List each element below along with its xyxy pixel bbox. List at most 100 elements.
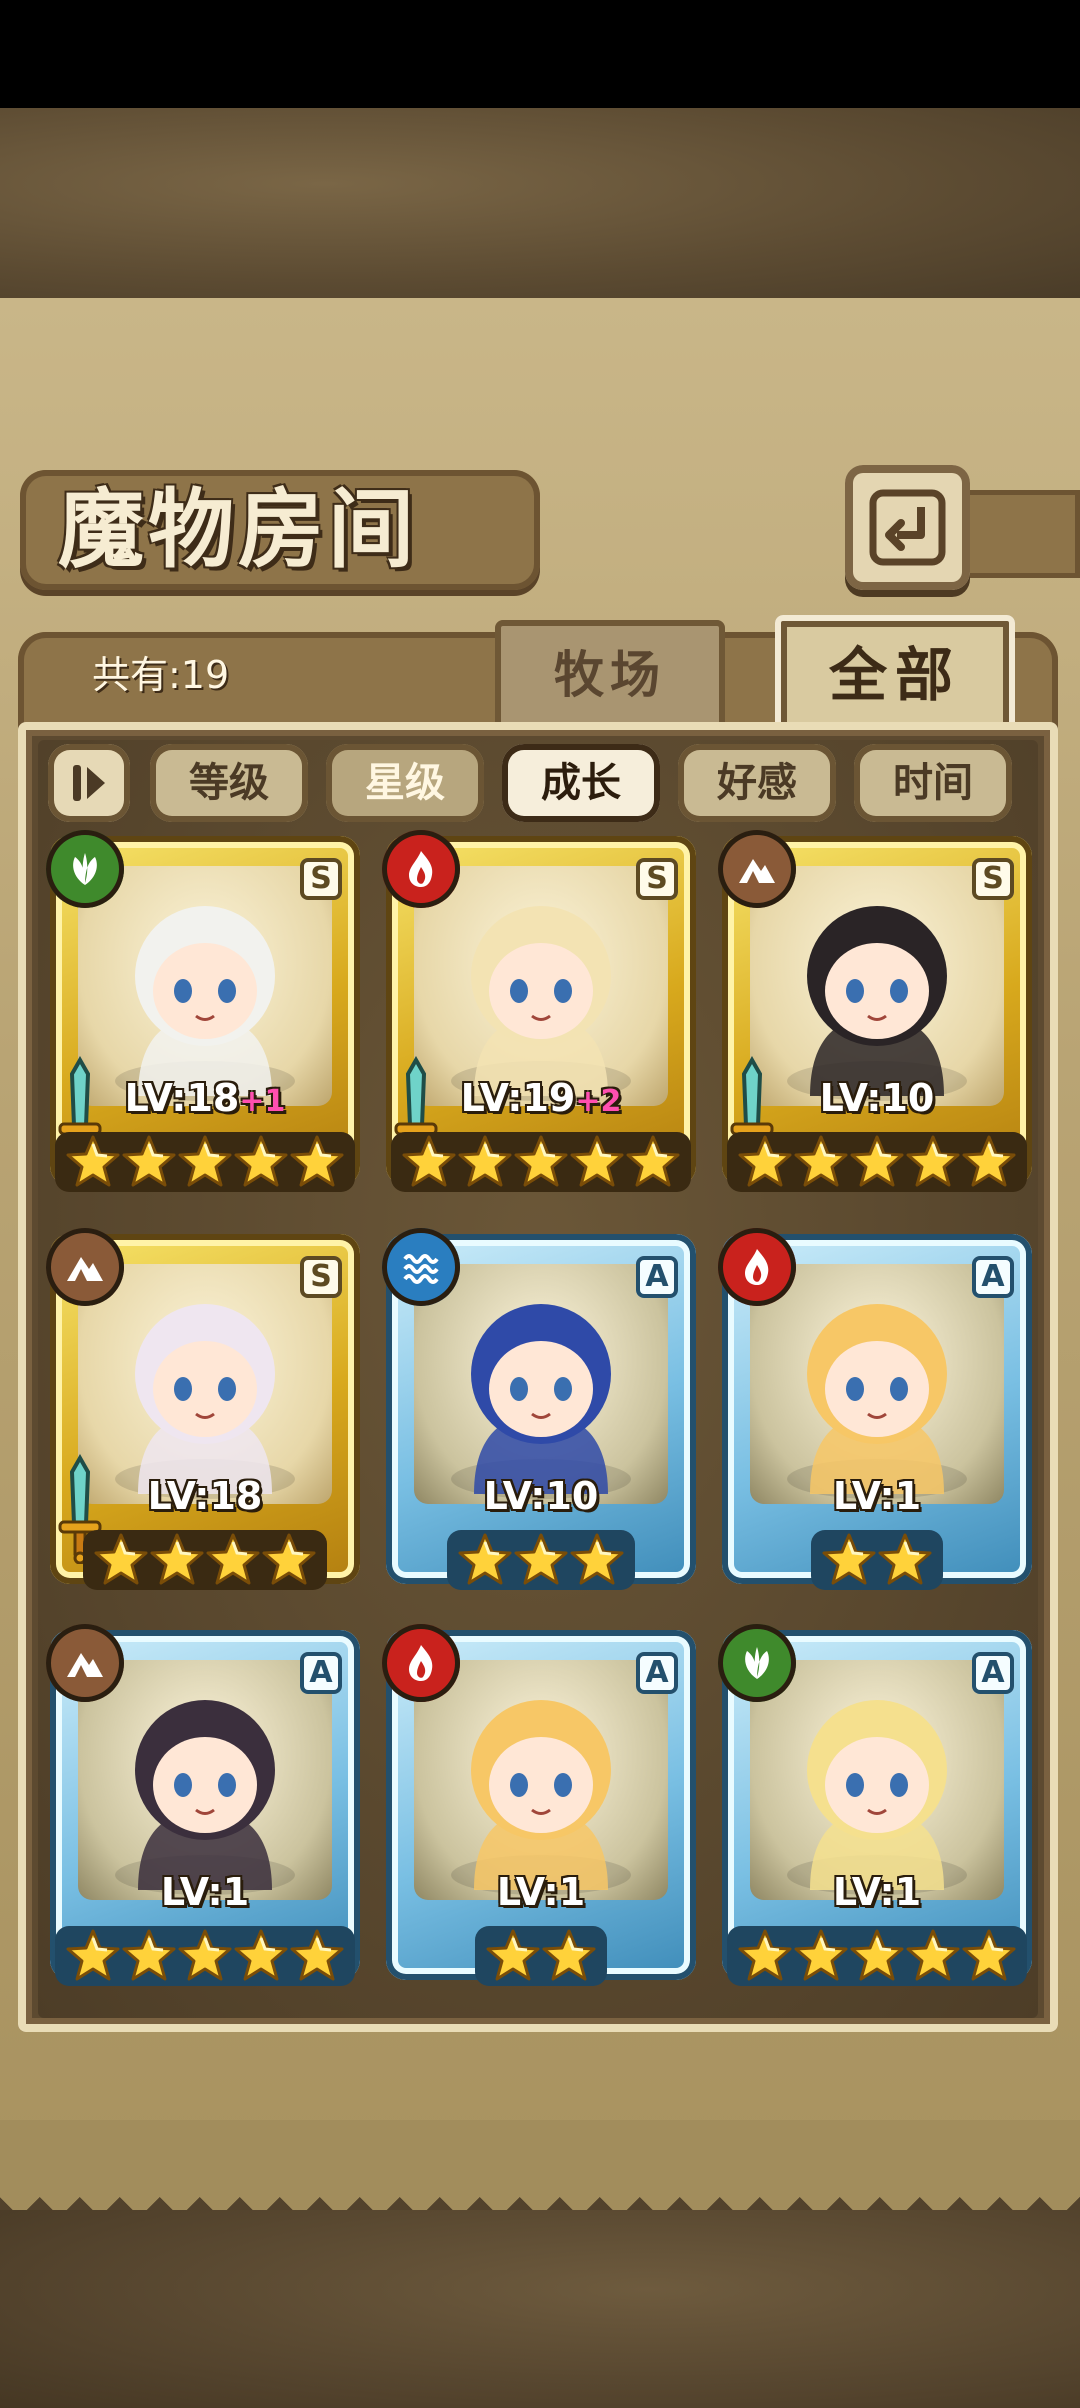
back-button[interactable] (845, 465, 970, 590)
level-label: LV:10 (386, 1474, 696, 1518)
star-icon (513, 1533, 569, 1585)
status-bar (0, 0, 1080, 108)
star-icon (401, 1135, 457, 1187)
star-icon (905, 1135, 961, 1187)
star-icon (177, 1929, 233, 1981)
sort-level-button[interactable]: 等级 (150, 744, 308, 822)
star-icon (177, 1135, 233, 1187)
element-earth-icon (718, 830, 796, 908)
monster-card[interactable]: A LV:1 (382, 1624, 696, 2000)
monster-portrait (78, 1660, 332, 1900)
star-rating (722, 1926, 1032, 1990)
star-icon (233, 1929, 289, 1981)
star-icon (625, 1135, 681, 1187)
star-icon (65, 1929, 121, 1981)
map-background-bottom (0, 2210, 1080, 2408)
star-rating (386, 1530, 696, 1594)
element-earth-icon (46, 1228, 124, 1306)
page-title: 魔物房间 (58, 480, 418, 580)
star-icon (961, 1929, 1017, 1981)
star-icon (457, 1533, 513, 1585)
star-icon (205, 1533, 261, 1585)
star-rating (722, 1132, 1032, 1196)
element-wood-icon (46, 830, 124, 908)
star-icon (821, 1533, 877, 1585)
star-rating (50, 1132, 360, 1196)
monster-card[interactable]: A LV:1 (46, 1624, 360, 2000)
monster-portrait (750, 866, 1004, 1106)
sort-order-toggle[interactable] (48, 744, 130, 822)
star-icon (261, 1533, 317, 1585)
rank-badge: S (300, 1256, 342, 1298)
star-icon (289, 1929, 345, 1981)
star-icon (569, 1135, 625, 1187)
level-label: LV:1 (722, 1870, 1032, 1914)
element-wood-icon (718, 1624, 796, 1702)
monster-card[interactable]: A LV:1 (718, 1228, 1032, 1604)
rank-badge: A (300, 1652, 342, 1694)
tab-pasture-label: 牧场 (554, 646, 666, 704)
element-fire-icon (382, 830, 460, 908)
level-label: LV:18+1 (50, 1076, 360, 1120)
star-icon (121, 1929, 177, 1981)
level-value: LV:1 (496, 1870, 586, 1914)
rank-badge: A (636, 1256, 678, 1298)
monster-card[interactable]: S LV:18+1 (46, 830, 360, 1206)
star-rating (386, 1926, 696, 1990)
star-icon (233, 1135, 289, 1187)
rank-badge: A (972, 1652, 1014, 1694)
star-rating (50, 1530, 360, 1594)
star-icon (121, 1135, 177, 1187)
element-fire-icon (718, 1228, 796, 1306)
element-earth-icon (46, 1624, 124, 1702)
monster-card[interactable]: A LV:1 (718, 1624, 1032, 2000)
level-label: LV:19+2 (386, 1076, 696, 1120)
level-bonus: +1 (239, 1084, 286, 1119)
level-value: LV:19 (460, 1076, 576, 1120)
monster-portrait (414, 866, 668, 1106)
monster-portrait (414, 1264, 668, 1504)
monster-portrait (78, 1264, 332, 1504)
sort-stars-button[interactable]: 星级 (326, 744, 484, 822)
monster-card[interactable]: S LV:18 (46, 1228, 360, 1604)
star-icon (93, 1533, 149, 1585)
sort-affection-button[interactable]: 好感 (678, 744, 836, 822)
level-label: LV:1 (50, 1870, 360, 1914)
level-value: LV:10 (819, 1076, 935, 1120)
star-rating (722, 1530, 1032, 1594)
level-value: LV:18 (147, 1474, 263, 1518)
star-icon (569, 1533, 625, 1585)
level-label: LV:10 (722, 1076, 1032, 1120)
star-icon (513, 1135, 569, 1187)
tab-pasture[interactable]: 牧场 (495, 620, 725, 730)
rank-badge: S (636, 858, 678, 900)
level-value: LV:18 (124, 1076, 240, 1120)
star-icon (849, 1929, 905, 1981)
sort-order-icon (73, 765, 105, 801)
sort-time-button[interactable]: 时间 (854, 744, 1012, 822)
rank-badge: A (972, 1256, 1014, 1298)
star-icon (737, 1929, 793, 1981)
star-icon (149, 1533, 205, 1585)
star-icon (737, 1135, 793, 1187)
star-icon (65, 1135, 121, 1187)
star-icon (849, 1135, 905, 1187)
level-value: LV:1 (160, 1870, 250, 1914)
element-fire-icon (382, 1624, 460, 1702)
sort-growth-button[interactable]: 成长 (502, 744, 660, 822)
parchment-torn-edge (0, 2120, 1080, 2211)
level-value: LV:1 (832, 1474, 922, 1518)
monster-card[interactable]: S LV:19+2 (382, 830, 696, 1206)
rank-badge: S (972, 858, 1014, 900)
star-icon (457, 1135, 513, 1187)
star-icon (485, 1929, 541, 1981)
star-icon (793, 1135, 849, 1187)
monster-card[interactable]: A LV:10 (382, 1228, 696, 1604)
map-background-top (0, 108, 1080, 298)
level-label: LV:1 (386, 1870, 696, 1914)
star-icon (961, 1135, 1017, 1187)
total-count: 共有:19 (92, 653, 230, 697)
tab-all[interactable]: 全部 (775, 615, 1015, 735)
monster-card[interactable]: S LV:10 (718, 830, 1032, 1206)
rank-badge: A (636, 1652, 678, 1694)
